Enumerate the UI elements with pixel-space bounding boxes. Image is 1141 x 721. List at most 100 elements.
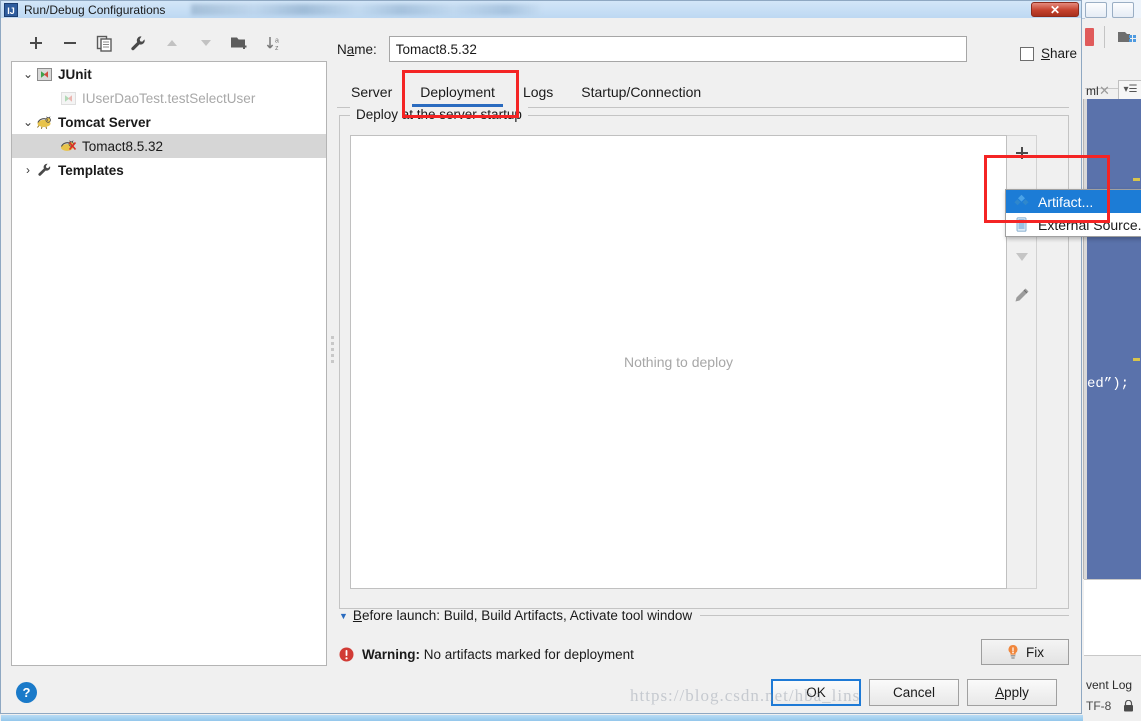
ide-code-fragment: ed”); [1087,376,1130,392]
lock-icon[interactable] [1123,700,1134,712]
before-launch-label: Before launch: Build, Build Artifacts, A… [352,608,693,623]
tab-server[interactable]: Server [337,80,406,107]
ide-toolbar-separator [1104,26,1105,48]
add-deployment-item-button[interactable] [1009,140,1035,166]
close-icon[interactable]: ✕ [1099,83,1110,99]
pencil-icon [1015,288,1029,301]
ide-editor-tab-label[interactable]: ml [1086,84,1099,98]
warning-message: No artifacts marked for deployment [423,646,634,662]
add-deployment-popup-menu[interactable]: Artifact... External Source. [1005,189,1141,237]
configuration-editor-pane: Name: Share Server Deployment Logs Start… [337,27,1077,667]
share-checkbox[interactable]: Share [1019,46,1077,61]
menu-item-label: Artifact... [1038,193,1094,210]
help-button[interactable]: ? [16,682,37,703]
tree-item-tomact8532[interactable]: Tomact8.5.32 [12,134,326,158]
folder-add-icon [231,37,247,49]
remove-configuration-button[interactable] [59,32,81,54]
before-launch-section[interactable]: ▼ Before launch: Build, Build Artifacts,… [339,608,1069,623]
svg-text:a: a [275,37,279,44]
close-button[interactable]: ✕ [1031,2,1079,17]
tab-deployment[interactable]: Deployment [406,80,509,107]
name-label: Name: [337,41,377,57]
svg-text:z: z [275,45,279,52]
junit-run-icon-dim [60,91,77,106]
dialog-title: Run/Debug Configurations [24,2,166,17]
tree-item-label: Templates [58,162,124,178]
plus-icon [1015,147,1028,159]
share-label: Share [1040,46,1077,61]
run-debug-configurations-dialog: IJ Run/Debug Configurations ✕ a z ⌄ JUni… [0,0,1083,721]
share-checkbox-box[interactable] [1019,46,1034,61]
chevron-right-icon[interactable]: › [20,163,36,177]
junit-run-icon [36,67,53,82]
chevron-down-icon[interactable]: ⌄ [20,67,36,81]
add-configuration-button[interactable] [25,32,47,54]
tomcat-icon [36,115,53,130]
ide-tab-options-button[interactable]: ▾☰ [1118,80,1141,100]
deployment-list[interactable]: Nothing to deploy [350,135,1007,589]
artifact-icon [1012,194,1030,210]
taskbar-strip [1,715,1083,721]
tree-item-tomcat-server[interactable]: ⌄ Tomcat Server [12,110,326,134]
move-into-folder-button[interactable] [229,32,251,54]
lightbulb-icon [1008,644,1018,659]
ide-event-log-label[interactable]: vent Log [1086,678,1132,692]
splitter-handle [330,336,336,366]
configurations-tree[interactable]: ⌄ JUnit IUserDaoTest.testSelectUser ⌄ To… [11,61,327,666]
ok-button[interactable]: OK [771,679,861,706]
tree-item-templates[interactable]: › Templates [12,158,326,182]
copy-icon [96,35,112,52]
ide-stop-icon[interactable] [1085,28,1094,46]
tree-item-iuserdaotest[interactable]: IUserDaoTest.testSelectUser [12,86,326,110]
warning-row: Warning: No artifacts marked for deploym… [339,639,1069,669]
external-source-icon [1012,217,1030,233]
fix-button[interactable]: Fix [981,639,1069,665]
ide-project-structure-icon[interactable] [1118,30,1136,44]
edit-deployment-item-button[interactable] [1009,282,1035,308]
blurred-project-path [191,4,541,15]
triangle-down-icon [201,40,211,46]
screen-root: ml ✕ ▾☰ ed”); vent Log TF-8 IJ Run/Debug… [0,0,1141,721]
tree-item-label: Tomcat Server [58,114,151,130]
tab-logs[interactable]: Logs [509,80,567,107]
warning-icon [339,647,354,661]
fix-button-label: Fix [1026,644,1044,660]
copy-configuration-button[interactable] [93,32,115,54]
tree-item-label: IUserDaoTest.testSelectUser [82,90,256,106]
warning-text: Warning: No artifacts marked for deploym… [362,647,634,662]
ide-window-buttons [1082,0,1141,19]
move-up-button[interactable] [161,32,183,54]
menu-item-artifact[interactable]: Artifact... [1006,190,1141,213]
ide-editor-area [1087,99,1141,579]
move-item-down-button[interactable] [1009,244,1035,270]
tree-item-junit[interactable]: ⌄ JUnit [12,62,326,86]
chevron-down-icon[interactable]: ⌄ [20,115,36,129]
ide-code-marker [1133,358,1140,361]
ide-minimize-button[interactable] [1085,2,1107,18]
dialog-titlebar[interactable]: IJ Run/Debug Configurations ✕ [1,1,1081,18]
sort-az-icon: a z [266,36,279,52]
name-input[interactable] [388,36,967,62]
triangle-up-icon [167,40,177,46]
configurations-toolbar: a z [11,27,327,59]
ide-restore-button[interactable] [1112,2,1134,18]
triangle-down-icon[interactable]: ▼ [339,611,348,621]
intellij-logo-icon: IJ [4,2,18,17]
dialog-button-bar: OK Cancel Apply [771,679,1057,706]
triangle-down-icon [1015,253,1028,261]
sort-alphabetically-button[interactable]: a z [263,32,285,54]
tomcat-icon-error [60,139,77,154]
edit-templates-button[interactable] [127,32,149,54]
apply-button[interactable]: Apply [967,679,1057,706]
panel-splitter[interactable] [329,61,337,666]
cancel-button[interactable]: Cancel [869,679,959,706]
wrench-icon [36,163,53,178]
menu-item-external-source[interactable]: External Source. [1006,213,1141,236]
tree-item-label: Tomact8.5.32 [82,138,164,154]
minus-icon [64,42,76,44]
move-down-button[interactable] [195,32,217,54]
tab-startup-connection[interactable]: Startup/Connection [567,80,715,107]
tree-item-label: JUnit [58,66,92,82]
ide-encoding-label[interactable]: TF-8 [1086,699,1111,713]
before-launch-divider [700,615,1069,616]
